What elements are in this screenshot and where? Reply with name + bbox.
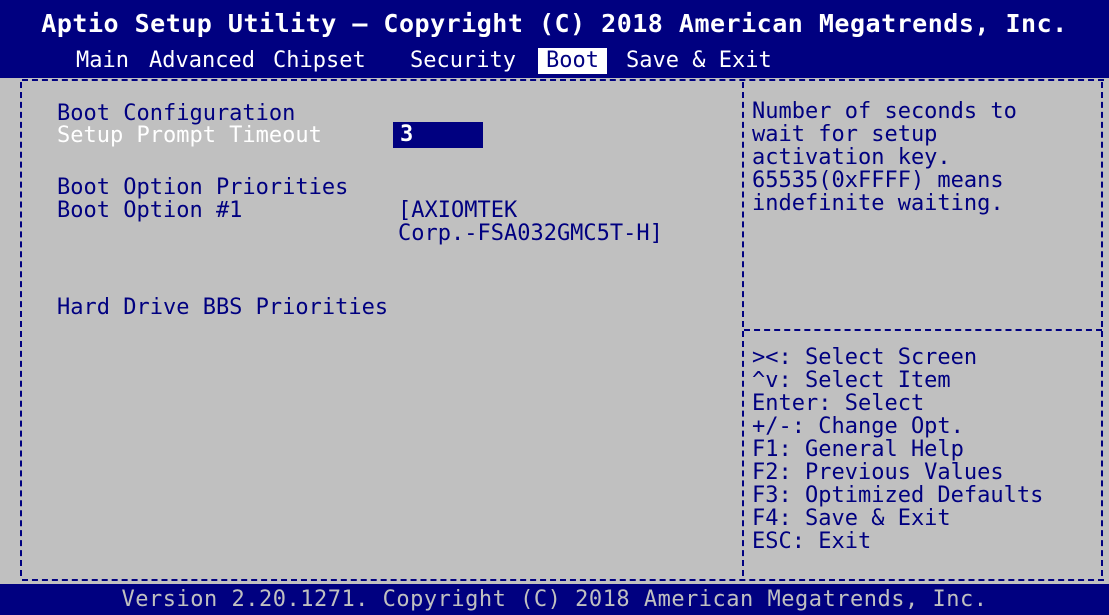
setup-prompt-timeout-value[interactable]: 3 — [400, 122, 413, 148]
help-text-line: 65535(0xFFFF) means — [752, 168, 1004, 193]
help-text-line: Number of seconds to — [752, 99, 1017, 124]
boot-option-1-label[interactable]: Boot Option #1 — [57, 199, 242, 223]
boot-option-1-value-line1[interactable]: [AXIOMTEK — [398, 199, 517, 223]
key-hint-esc: ESC: Exit — [752, 529, 872, 554]
key-hint-change-opt: +/-: Change Opt. — [752, 414, 964, 439]
key-hint-f3: F3: Optimized Defaults — [752, 483, 1044, 508]
menu-bar: Main Advanced Chipset Security Boot Save… — [0, 48, 1109, 74]
hard-drive-bbs-priorities-link[interactable]: Hard Drive BBS Priorities — [57, 296, 388, 320]
boot-option-1-value-line2[interactable]: Corp.-FSA032GMC5T-H] — [398, 222, 663, 246]
footer-bar: Version 2.20.1271. Copyright (C) 2018 Am… — [0, 584, 1109, 615]
tab-boot[interactable]: Boot — [538, 48, 607, 74]
tab-save-exit[interactable]: Save & Exit — [626, 48, 772, 74]
tab-advanced[interactable]: Advanced — [149, 48, 255, 74]
key-hint-select-screen: ><: Select Screen — [752, 345, 978, 370]
key-hint-f2: F2: Previous Values — [752, 460, 1004, 485]
frame-left-border — [20, 82, 22, 576]
tab-security[interactable]: Security — [410, 48, 516, 74]
utility-title: Aptio Setup Utility – Copyright (C) 2018… — [41, 9, 1068, 38]
setup-prompt-timeout-label[interactable]: Setup Prompt Timeout — [57, 124, 322, 148]
key-hint-enter: Enter: Select — [752, 391, 925, 416]
boot-option-priorities-heading: Boot Option Priorities — [57, 175, 349, 200]
help-text-line: wait for setup — [752, 122, 938, 147]
frame-top-border — [22, 79, 1104, 81]
header-bar: Aptio Setup Utility – Copyright (C) 2018… — [0, 0, 1109, 78]
key-hint-f1: F1: General Help — [752, 437, 964, 462]
help-text-line: indefinite waiting. — [752, 191, 1004, 216]
frame-bottom-border — [22, 579, 1104, 581]
setup-panel: Boot Configuration Setup Prompt Timeout … — [0, 78, 1109, 584]
help-separator — [744, 329, 1102, 331]
key-hint-f4: F4: Save & Exit — [752, 506, 951, 531]
key-hint-select-item: ^v: Select Item — [752, 368, 951, 393]
tab-main[interactable]: Main — [76, 48, 129, 74]
version-text: Version 2.20.1271. Copyright (C) 2018 Am… — [121, 587, 988, 612]
help-text-line: activation key. — [752, 145, 951, 170]
tab-chipset[interactable]: Chipset — [273, 48, 366, 74]
